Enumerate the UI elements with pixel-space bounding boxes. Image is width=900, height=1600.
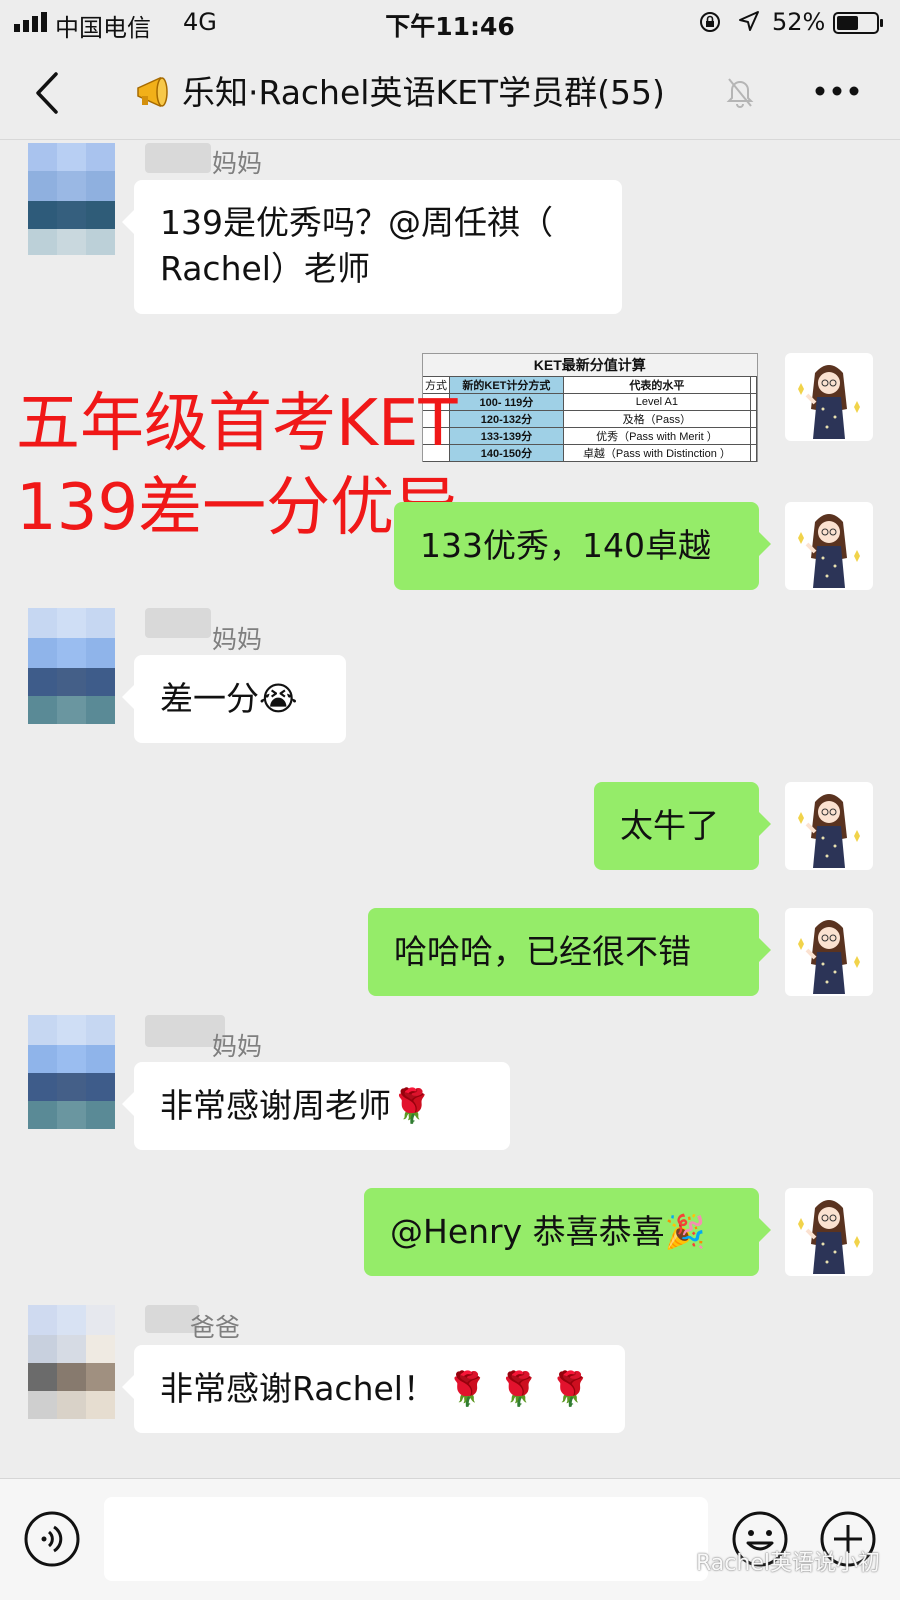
table-cell: 133-139分 [449, 426, 564, 445]
teacher-avatar[interactable] [785, 502, 873, 590]
ket-score-table-image[interactable]: KET最新分值计算 方式 新的KET计分方式 代表的水平 100- 119分 L… [422, 353, 758, 462]
table-header: 代表的水平 [562, 375, 752, 394]
teacher-avatar[interactable] [785, 353, 873, 441]
message-text: 非常感谢周老师🌹 [160, 1086, 433, 1125]
table-cell: Level A1 [562, 392, 752, 411]
status-time: 下午11:46 [385, 12, 515, 41]
mute-bell-icon [726, 78, 754, 108]
table-cell: 优秀（Pass with Merit ） [562, 426, 752, 445]
sender-name: 妈妈 [212, 1032, 263, 1061]
table-header: 新的KET计分方式 [449, 375, 564, 394]
orientation-lock-icon [700, 12, 720, 32]
sender-name: 妈妈 [212, 149, 263, 178]
message-bubble[interactable]: 非常感谢周老师🌹 [122, 1062, 510, 1150]
message-bubble[interactable]: 非常感谢Rachel！ 🌹 🌹 🌹 [122, 1345, 625, 1433]
table-row: 140-150分 卓越（Pass with Distinction ） [423, 443, 757, 462]
chat-title[interactable]: 乐知·Rachel英语KET学员群(55) [134, 66, 665, 114]
sender-name-redacted [145, 143, 211, 173]
status-bar: 中国电信 4G 下午11:46 52% [0, 0, 900, 44]
watermark: Rachel英语说小初 [660, 1545, 880, 1577]
avatar[interactable] [28, 608, 116, 728]
location-icon [739, 11, 759, 31]
wechat-logo-icon [661, 1553, 689, 1573]
input-bar [0, 1478, 900, 1600]
caption-line: 五年级首考KET [16, 387, 458, 461]
megaphone-icon [137, 76, 168, 108]
girl-avatar-icon [798, 514, 860, 588]
teacher-avatar[interactable] [785, 782, 873, 870]
table-row: 120-132分 及格（Pass） [423, 409, 757, 428]
message-text: 139是优秀吗？@周任祺（ [160, 203, 553, 242]
table-cell: 及格（Pass） [562, 409, 752, 428]
girl-avatar-icon [798, 365, 860, 439]
message-bubble[interactable]: 太牛了 [594, 782, 771, 870]
more-dots-icon[interactable] [814, 84, 860, 98]
avatar[interactable] [28, 1015, 116, 1135]
sender-name: 妈妈 [212, 625, 263, 654]
girl-avatar-icon [798, 794, 860, 868]
overlay-caption: 五年级首考KET 139差一分优异 [16, 382, 458, 550]
table-cell: 120-132分 [449, 409, 564, 428]
sender-name-redacted [145, 608, 211, 638]
battery-percent: 52% [772, 8, 826, 36]
girl-avatar-icon [798, 920, 860, 994]
table-title: KET最新分值计算 [423, 354, 757, 377]
table-cell: 卓越（Pass with Distinction ） [562, 443, 752, 462]
avatar[interactable] [28, 1305, 116, 1425]
battery-icon [833, 12, 883, 34]
message-text: 非常感谢Rachel！ 🌹 🌹 🌹 [160, 1369, 591, 1408]
table-row: 133-139分 优秀（Pass with Merit ） [423, 426, 757, 445]
teacher-avatar[interactable] [785, 908, 873, 996]
teacher-avatar[interactable] [785, 1188, 873, 1276]
sender-name: 爸爸 [190, 1313, 241, 1342]
girl-avatar-icon [798, 1200, 860, 1274]
table-cell: 140-150分 [449, 443, 564, 462]
message-bubble[interactable]: 差一分😭 [122, 655, 346, 743]
back-chevron-icon[interactable] [30, 70, 64, 116]
message-text: 太牛了 [620, 806, 719, 845]
message-text: 哈哈哈，已经很不错 [394, 932, 691, 971]
chat-title-text: 乐知·Rachel英语KET学员群(55) [182, 73, 665, 112]
message-bubble[interactable]: 哈哈哈，已经很不错 [368, 908, 771, 996]
message-bubble[interactable]: @Henry 恭喜恭喜🎉 [364, 1188, 771, 1276]
caption-line: 139差一分优异 [16, 471, 459, 545]
voice-icon[interactable] [22, 1509, 82, 1569]
watermark-text: Rachel英语说小初 [696, 1551, 880, 1576]
message-text: Rachel）老师 [160, 249, 370, 288]
table-cell: 100- 119分 [449, 392, 564, 411]
message-input[interactable] [104, 1497, 708, 1581]
avatar[interactable] [28, 143, 116, 263]
message-text: @Henry 恭喜恭喜🎉 [390, 1212, 706, 1251]
message-text: 差一分😭 [160, 679, 298, 718]
message-text: 133优秀，140卓越 [420, 526, 711, 565]
table-row: 100- 119分 Level A1 [423, 392, 757, 411]
chat-header: 乐知·Rachel英语KET学员群(55) [0, 44, 900, 140]
message-bubble[interactable]: 133优秀，140卓越 [394, 502, 771, 590]
message-bubble[interactable]: 139是优秀吗？@周任祺（ Rachel）老师 [122, 180, 622, 314]
